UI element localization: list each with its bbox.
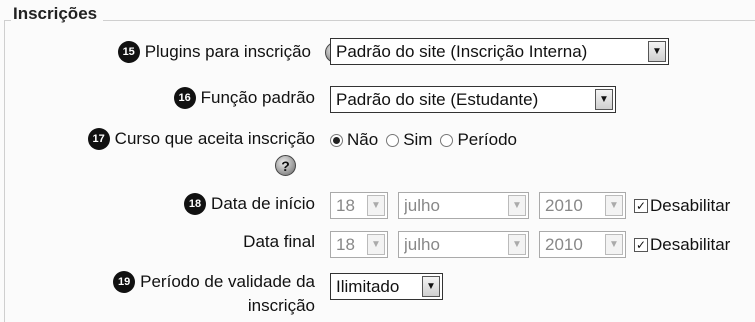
start-year-select[interactable]: 2010 ▼ xyxy=(539,192,626,219)
validity-label-line1: Período de validade da xyxy=(140,272,315,291)
end-year-value: 2010 xyxy=(545,234,583,254)
start-month-value: julho xyxy=(404,195,440,215)
validity-label-line1-wrap: 19 Período de validade da xyxy=(113,270,315,294)
plugins-label: Plugins para inscrição xyxy=(144,42,311,61)
step-badge-16: 16 xyxy=(173,87,196,109)
help-icon[interactable]: ? xyxy=(275,155,296,176)
start-disable-group: ✓ Desabilitar xyxy=(634,196,730,216)
end-disable-label: Desabilitar xyxy=(650,235,731,254)
end-month-select[interactable]: julho ▼ xyxy=(398,231,529,258)
step-badge-18: 18 xyxy=(184,193,207,215)
validity-label-group: 19 Período de validade da inscrição xyxy=(113,270,315,318)
start-day-select[interactable]: 18 ▼ xyxy=(330,192,388,219)
chevron-down-icon[interactable]: ▼ xyxy=(605,195,623,216)
step-badge-15: 15 xyxy=(117,41,140,63)
chevron-down-icon[interactable]: ▼ xyxy=(367,195,385,216)
end-date-label-group: Data final xyxy=(243,232,315,252)
end-month-value: julho xyxy=(404,234,440,254)
chevron-down-icon[interactable]: ▼ xyxy=(648,41,666,62)
end-day-select[interactable]: 18 ▼ xyxy=(330,231,388,258)
radio-label-periodo: Período xyxy=(457,130,518,149)
enrollable-radio-group: Não Sim Período xyxy=(330,130,521,150)
start-disable-checkbox[interactable]: ✓ xyxy=(634,199,648,213)
end-disable-group: ✓ Desabilitar xyxy=(634,235,730,255)
enrol-plugin-value: Padrão do site (Inscrição Interna) xyxy=(336,41,588,61)
radio-nao[interactable] xyxy=(330,133,343,147)
enrollable-label: Curso que aceita inscrição xyxy=(114,129,315,148)
start-date-label: Data de início xyxy=(211,194,315,213)
section-legend: Inscrições xyxy=(11,4,104,24)
step-badge-17: 17 xyxy=(87,128,110,150)
step-badge-19: 19 xyxy=(113,271,136,293)
validity-select[interactable]: Ilimitado ▼ xyxy=(330,273,443,300)
validity-value: Ilimitado xyxy=(336,276,400,296)
start-day-value: 18 xyxy=(336,195,355,215)
enrollable-label-group: 17 Curso que aceita inscrição xyxy=(87,128,315,150)
default-role-value: Padrão do site (Estudante) xyxy=(336,89,539,109)
radio-label-sim: Sim xyxy=(403,130,433,149)
start-date-label-group: 18 Data de início xyxy=(184,193,315,215)
start-month-select[interactable]: julho ▼ xyxy=(398,192,529,219)
end-day-value: 18 xyxy=(336,234,355,254)
end-date-label: Data final xyxy=(243,232,315,251)
chevron-down-icon[interactable]: ▼ xyxy=(508,195,526,216)
role-label-group: 16 Função padrão xyxy=(173,87,315,109)
radio-label-nao: Não xyxy=(347,130,379,149)
enrol-plugin-select[interactable]: Padrão do site (Inscrição Interna) ▼ xyxy=(330,38,669,65)
start-year-value: 2010 xyxy=(545,195,583,215)
radio-periodo[interactable] xyxy=(440,133,454,147)
chevron-down-icon[interactable]: ▼ xyxy=(595,89,613,110)
chevron-down-icon[interactable]: ▼ xyxy=(605,234,623,255)
chevron-down-icon[interactable]: ▼ xyxy=(367,234,385,255)
default-role-select[interactable]: Padrão do site (Estudante) ▼ xyxy=(330,86,616,113)
chevron-down-icon[interactable]: ▼ xyxy=(508,234,526,255)
chevron-down-icon[interactable]: ▼ xyxy=(422,276,440,297)
end-disable-checkbox[interactable]: ✓ xyxy=(634,238,648,252)
start-disable-label: Desabilitar xyxy=(650,196,731,215)
validity-label-line2: inscrição xyxy=(247,296,315,315)
plugins-label-group: 15 Plugins para inscrição ? xyxy=(117,41,346,63)
role-label: Função padrão xyxy=(200,88,315,107)
end-year-select[interactable]: 2010 ▼ xyxy=(539,231,626,258)
radio-sim[interactable] xyxy=(386,133,400,147)
